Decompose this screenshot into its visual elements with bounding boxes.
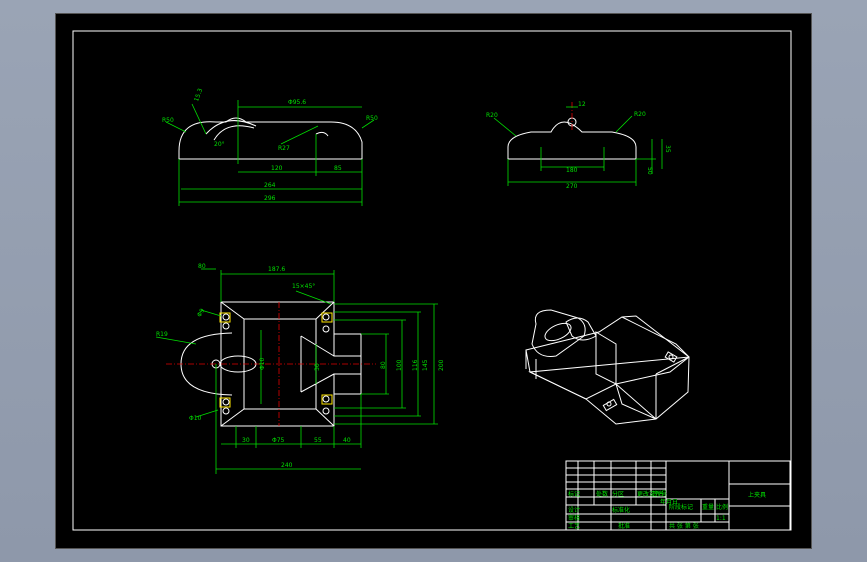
front-angle-label: 15.3 bbox=[193, 87, 204, 102]
title-ratio: 比例 bbox=[716, 503, 728, 511]
title-part-name: 上夹具 bbox=[748, 491, 766, 499]
front-w-total-label: 296 bbox=[264, 195, 276, 202]
plan-w3-label: 55 bbox=[314, 437, 322, 444]
plan-r-left-label: R19 bbox=[156, 331, 168, 338]
front-angle-deg-label: 20° bbox=[214, 141, 225, 148]
front-inner-r-label: R27 bbox=[278, 145, 290, 152]
cad-viewport: 15.3 R50 Φ95.6 R50 20° R27 120 85 264 29… bbox=[0, 0, 867, 562]
plan-v5-label: 200 bbox=[438, 359, 445, 371]
plan-view: 80 187.6 15×45° R19 Φ9 Φ10 Φ10 30 80 100… bbox=[155, 263, 445, 474]
front-view: 15.3 R50 Φ95.6 R50 20° R27 120 85 264 29… bbox=[162, 87, 378, 206]
plan-w2-label: Φ75 bbox=[272, 437, 285, 444]
plan-hole-bottom-label: Φ10 bbox=[189, 415, 202, 422]
side-w-inner-label: 180 bbox=[566, 167, 578, 174]
title-scale: 1:1 bbox=[716, 515, 726, 522]
title-sheet: 共 张 第 张 bbox=[669, 522, 699, 530]
plan-chamfer-label: 15×45° bbox=[292, 283, 315, 290]
isometric-view bbox=[525, 309, 690, 425]
title-row1-c2: 分区 bbox=[612, 490, 624, 498]
plan-v2-label: 100 bbox=[396, 359, 403, 371]
drawing-sheet: 15.3 R50 Φ95.6 R50 20° R27 120 85 264 29… bbox=[56, 14, 811, 548]
side-view: R20 12 R20 35 50 180 270 bbox=[486, 101, 671, 190]
side-width-top-label: 12 bbox=[578, 101, 586, 108]
side-h-right-label: 35 bbox=[664, 145, 671, 153]
side-r-left-label: R20 bbox=[486, 112, 498, 119]
side-h-right2-label: 50 bbox=[646, 167, 653, 175]
title-label-design: 设计 bbox=[568, 506, 580, 514]
plan-v3-label: 116 bbox=[412, 359, 419, 371]
title-label-approve: 批准 bbox=[618, 522, 630, 530]
front-w-right-label: 85 bbox=[334, 165, 342, 172]
title-weight: 重量 bbox=[702, 503, 714, 511]
front-r-right-label: R50 bbox=[366, 115, 378, 122]
title-label-review: 审核 bbox=[568, 514, 580, 522]
side-r-right-label: R20 bbox=[634, 111, 646, 118]
plan-offset-label: 80 bbox=[198, 263, 206, 270]
title-row1-c0: 标记 bbox=[568, 490, 580, 498]
front-r-left-label: R50 bbox=[162, 117, 174, 124]
front-diameter-label: Φ95.6 bbox=[288, 99, 306, 106]
side-w-total-label: 270 bbox=[566, 183, 578, 190]
plan-hole-top-label: Φ9 bbox=[196, 307, 206, 318]
front-w-mid2-label: 264 bbox=[264, 182, 276, 189]
plan-w-total-label: 240 bbox=[281, 462, 293, 469]
title-block: 标记 处数 分区 更改文件号 签名 年月日 设计 审核 工艺 批准 标准化 阶段… bbox=[565, 460, 791, 531]
title-standardization: 标准化 bbox=[612, 506, 630, 514]
title-row1-c1: 处数 bbox=[596, 490, 608, 498]
plan-width-top-label: 187.6 bbox=[268, 266, 285, 273]
plan-v1-label: 80 bbox=[380, 361, 387, 369]
title-stage-mark: 阶段标记 bbox=[669, 503, 693, 511]
front-w-mid-label: 120 bbox=[271, 165, 283, 172]
plan-v4-label: 145 bbox=[422, 359, 429, 371]
plan-w1-label: 30 bbox=[242, 437, 250, 444]
drawing-canvas: 15.3 R50 Φ95.6 R50 20° R27 120 85 264 29… bbox=[72, 30, 792, 531]
plan-diameter-center-label: Φ10 bbox=[259, 357, 266, 370]
plan-v-mid-label: 30 bbox=[314, 363, 321, 371]
title-label-process: 工艺 bbox=[568, 522, 580, 530]
title-row1-c4: 签名 bbox=[652, 490, 664, 498]
plan-w4-label: 40 bbox=[343, 437, 351, 444]
inner-border bbox=[72, 30, 792, 531]
